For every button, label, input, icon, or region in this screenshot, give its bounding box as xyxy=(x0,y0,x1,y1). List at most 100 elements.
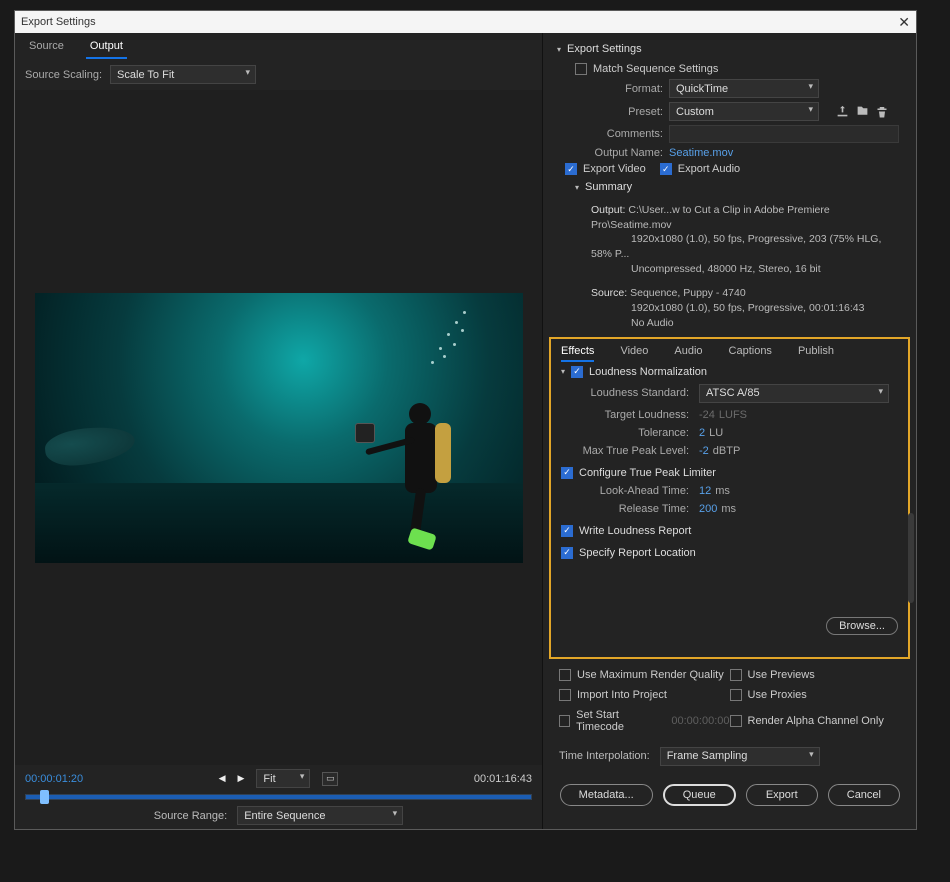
preset-select[interactable]: Custom xyxy=(669,102,819,121)
settings-panel: ▾ Export Settings Match Sequence Setting… xyxy=(543,33,916,829)
output-name-link[interactable]: Seatime.mov xyxy=(669,147,733,159)
summary-output: Output: C:\User...w to Cut a Clip in Ado… xyxy=(557,201,902,276)
tab-effects[interactable]: Effects xyxy=(561,345,594,362)
tab-output[interactable]: Output xyxy=(86,38,127,59)
loudness-norm-label: Loudness Normalization xyxy=(589,366,707,378)
tolerance-value[interactable]: 2 xyxy=(699,427,705,439)
format-select[interactable]: QuickTime xyxy=(669,79,819,98)
metadata-button[interactable]: Metadata... xyxy=(560,784,653,806)
export-button[interactable]: Export xyxy=(746,784,818,806)
comments-label: Comments: xyxy=(557,128,663,140)
export-video-checkbox[interactable] xyxy=(565,163,577,175)
write-report-label: Write Loudness Report xyxy=(579,525,691,537)
comments-input[interactable] xyxy=(669,125,899,143)
scrollbar-thumb[interactable] xyxy=(908,513,914,603)
delete-preset-icon[interactable] xyxy=(875,105,889,119)
cancel-button[interactable]: Cancel xyxy=(828,784,900,806)
preview-area xyxy=(15,90,542,765)
time-interp-label: Time Interpolation: xyxy=(559,750,650,762)
limiter-checkbox[interactable] xyxy=(561,467,573,479)
effects-tabs: Effects Video Audio Captions Publish xyxy=(561,345,898,362)
start-tc-value: 00:00:00:00 xyxy=(671,715,729,727)
specify-location-checkbox[interactable] xyxy=(561,547,573,559)
timecode-duration: 00:01:16:43 xyxy=(474,773,532,785)
specify-location-label: Specify Report Location xyxy=(579,547,696,559)
zoom-select[interactable]: Fit xyxy=(256,769,310,788)
start-tc-label: Set Start Timecode xyxy=(576,709,661,733)
source-scaling-select[interactable]: Scale To Fit xyxy=(110,65,256,84)
browse-button[interactable]: Browse... xyxy=(826,617,898,635)
use-previews-checkbox[interactable] xyxy=(730,669,742,681)
release-value[interactable]: 200 xyxy=(699,503,717,515)
render-options: Use Maximum Render Quality Use Previews … xyxy=(543,659,916,766)
save-preset-icon[interactable] xyxy=(835,105,849,119)
time-interp-select[interactable]: Frame Sampling xyxy=(660,747,820,766)
peak-value[interactable]: -2 xyxy=(699,445,709,457)
peak-unit: dBTP xyxy=(713,445,741,457)
target-loudness-label: Target Loudness: xyxy=(561,409,689,421)
dialog-title: Export Settings xyxy=(21,16,96,28)
loudness-norm-checkbox[interactable] xyxy=(571,366,583,378)
lookahead-label: Look-Ahead Time: xyxy=(561,485,689,497)
next-frame-icon[interactable]: ▶ xyxy=(238,773,245,784)
import-project-label: Import Into Project xyxy=(577,689,667,701)
tab-source[interactable]: Source xyxy=(25,38,68,59)
use-proxies-checkbox[interactable] xyxy=(730,689,742,701)
chevron-down-icon[interactable]: ▾ xyxy=(575,183,579,192)
format-label: Format: xyxy=(557,83,663,95)
import-project-checkbox[interactable] xyxy=(559,689,571,701)
close-icon[interactable]: ✕ xyxy=(898,14,910,31)
write-report-checkbox[interactable] xyxy=(561,525,573,537)
loudness-std-label: Loudness Standard: xyxy=(561,387,689,399)
lookahead-unit: ms xyxy=(715,485,730,497)
match-sequence-checkbox[interactable] xyxy=(575,63,587,75)
release-unit: ms xyxy=(721,503,736,515)
peak-label: Max True Peak Level: xyxy=(561,445,689,457)
summary-source: Source: Sequence, Puppy - 4740 1920x1080… xyxy=(557,284,902,330)
timeline-slider[interactable] xyxy=(25,794,532,800)
alpha-label: Render Alpha Channel Only xyxy=(748,715,884,727)
effects-highlight-box: Effects Video Audio Captions Publish ▾ L… xyxy=(549,337,910,659)
output-name-label: Output Name: xyxy=(557,147,663,159)
chevron-down-icon[interactable]: ▾ xyxy=(561,367,565,376)
prev-frame-icon[interactable]: ◀ xyxy=(219,773,226,784)
max-quality-checkbox[interactable] xyxy=(559,669,571,681)
use-proxies-label: Use Proxies xyxy=(748,689,807,701)
tab-audio[interactable]: Audio xyxy=(674,345,702,362)
tolerance-label: Tolerance: xyxy=(561,427,689,439)
tab-publish[interactable]: Publish xyxy=(798,345,834,362)
export-audio-label: Export Audio xyxy=(678,163,740,175)
target-loudness-value: -24 xyxy=(699,409,715,421)
tab-captions[interactable]: Captions xyxy=(729,345,772,362)
chevron-down-icon[interactable]: ▾ xyxy=(557,45,561,54)
export-settings-header: Export Settings xyxy=(567,43,642,55)
start-tc-checkbox[interactable] xyxy=(559,715,570,727)
loudness-std-select[interactable]: ATSC A/85 xyxy=(699,384,889,403)
dialog-footer: Metadata... Queue Export Cancel xyxy=(543,766,916,820)
export-audio-checkbox[interactable] xyxy=(660,163,672,175)
queue-button[interactable]: Queue xyxy=(663,784,736,806)
source-range-label: Source Range: xyxy=(154,810,227,822)
diver-shape xyxy=(365,363,485,533)
release-label: Release Time: xyxy=(561,503,689,515)
bubbles xyxy=(425,303,485,373)
alpha-checkbox[interactable] xyxy=(730,715,742,727)
playhead-thumb[interactable] xyxy=(40,790,49,804)
import-preset-icon[interactable] xyxy=(855,105,869,119)
lookahead-value[interactable]: 12 xyxy=(699,485,711,497)
aspect-toggle-icon[interactable]: ▭ xyxy=(322,772,338,786)
tab-video[interactable]: Video xyxy=(620,345,648,362)
summary-header: Summary xyxy=(585,181,632,193)
export-settings-dialog: Export Settings ✕ Source Output Source S… xyxy=(14,10,917,830)
max-quality-label: Use Maximum Render Quality xyxy=(577,669,724,681)
timecode-current[interactable]: 00:00:01:20 xyxy=(25,773,83,785)
source-range-select[interactable]: Entire Sequence xyxy=(237,806,403,825)
export-video-label: Export Video xyxy=(583,163,646,175)
titlebar: Export Settings ✕ xyxy=(15,11,916,33)
tolerance-unit: LU xyxy=(709,427,723,439)
use-previews-label: Use Previews xyxy=(748,669,815,681)
video-preview[interactable] xyxy=(35,293,523,563)
target-loudness-unit: LUFS xyxy=(719,409,747,421)
preview-tabs: Source Output xyxy=(15,33,542,59)
source-scaling-label: Source Scaling: xyxy=(25,69,102,81)
